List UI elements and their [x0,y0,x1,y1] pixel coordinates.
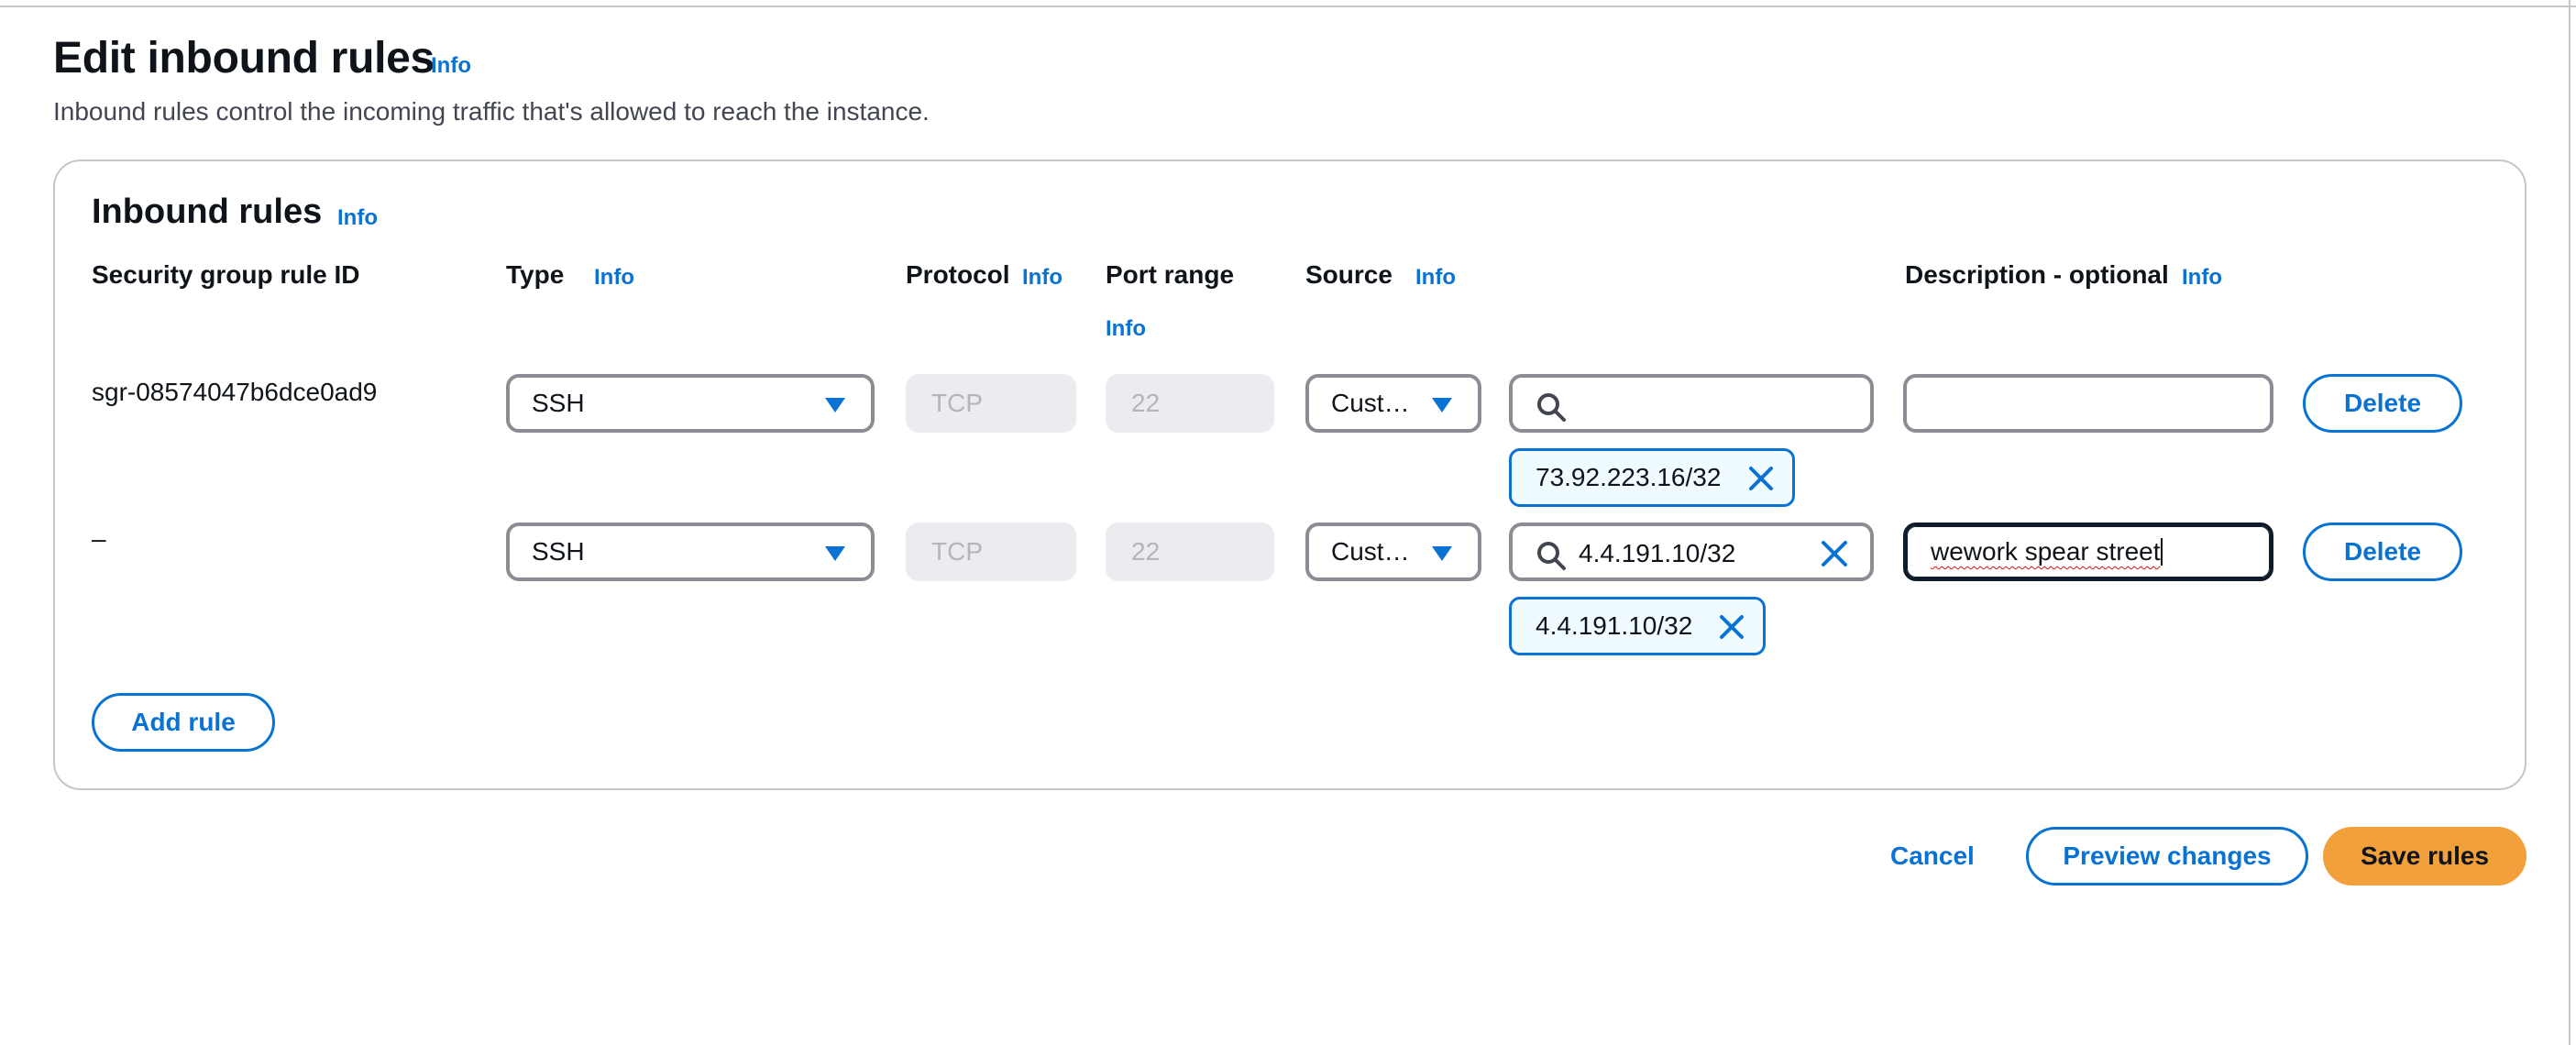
source-select[interactable]: Cust… [1305,374,1481,433]
inbound-rules-panel [53,160,2526,790]
top-border [0,0,2576,7]
col-header-type: Type [506,260,565,289]
type-select[interactable]: SSH [506,522,875,581]
preview-changes-button[interactable]: Preview changes [2026,827,2308,886]
remove-token-icon[interactable] [1746,464,1776,493]
page-title-info-link[interactable]: Info [431,53,471,79]
description-value: wework spear street [1931,537,2161,566]
caret-down-icon [1432,546,1452,561]
source-token: 4.4.191.10/32 [1509,597,1766,655]
remove-token-icon[interactable] [1717,612,1746,642]
caret-down-icon [1432,398,1452,412]
rule-id: – [92,524,106,553]
col-header-rule-id: Security group rule ID [92,260,360,289]
source-info-link[interactable]: Info [1415,265,1456,291]
search-icon [1537,393,1566,422]
source-select-value: Cust… [1331,389,1410,417]
type-select[interactable]: SSH [506,374,875,433]
source-token-label: 73.92.223.16/32 [1536,463,1722,491]
rule-id: sgr-08574047b6dce0ad9 [92,378,378,406]
type-info-link[interactable]: Info [594,265,634,291]
search-icon [1537,542,1566,570]
add-rule-button[interactable]: Add rule [92,693,275,752]
source-token-label: 4.4.191.10/32 [1536,611,1693,640]
source-search-input[interactable]: 4.4.191.10/32 [1509,522,1874,581]
page-title: Edit inbound rules [53,34,435,82]
section-info-link[interactable]: Info [337,205,378,231]
protocol-info-link[interactable]: Info [1022,265,1062,291]
col-header-port-range: Port range [1106,260,1235,289]
save-rules-button[interactable]: Save rules [2323,827,2526,886]
page-description: Inbound rules control the incoming traff… [53,97,930,126]
source-search-input[interactable] [1509,374,1874,433]
source-select-value: Cust… [1331,537,1410,566]
type-select-value: SSH [532,537,585,566]
description-field[interactable]: wework spear street [1903,522,2273,581]
col-header-protocol: Protocol [906,260,1010,289]
col-header-source: Source [1305,260,1393,289]
clear-icon[interactable] [1819,538,1850,569]
col-header-description: Description - optional [1905,260,2169,289]
type-select-value: SSH [532,389,585,417]
text-cursor [2160,538,2163,566]
caret-down-icon [825,398,845,412]
delete-rule-button[interactable]: Delete [2303,522,2462,581]
source-token: 73.92.223.16/32 [1509,448,1795,507]
delete-rule-button[interactable]: Delete [2303,374,2462,433]
protocol-field: TCP [906,374,1076,433]
source-search-value: 4.4.191.10/32 [1579,539,1736,567]
caret-down-icon [825,546,845,561]
section-title: Inbound rules [92,192,323,231]
port-range-info-link[interactable]: Info [1106,316,1146,342]
source-select[interactable]: Cust… [1305,522,1481,581]
description-info-link[interactable]: Info [2182,265,2222,291]
port-range-field: 22 [1106,374,1274,433]
port-range-field: 22 [1106,522,1274,581]
scrollbar-edge [2569,0,2570,1045]
description-field[interactable] [1903,374,2273,433]
cancel-button[interactable]: Cancel [1890,842,1975,871]
protocol-field: TCP [906,522,1076,581]
